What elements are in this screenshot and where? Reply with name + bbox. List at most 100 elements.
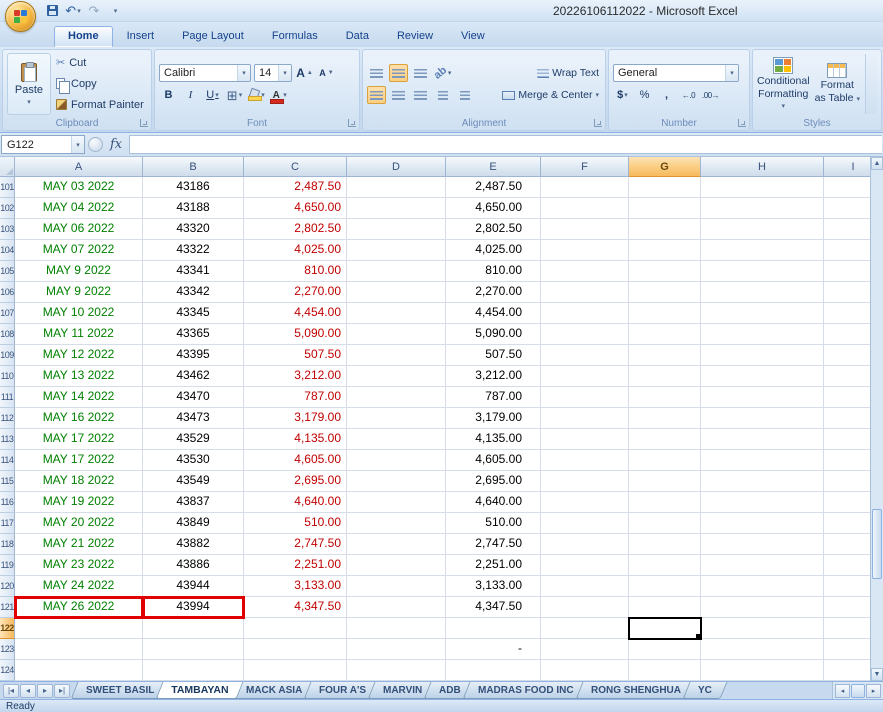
next-sheet-button[interactable]: ▸ (37, 683, 53, 698)
fill-color-button[interactable]: ▾ (247, 86, 266, 104)
column-header-F[interactable]: F (541, 157, 629, 177)
cell-E104[interactable]: 4,025.00 (446, 240, 541, 261)
cell-E116[interactable]: 4,640.00 (446, 492, 541, 513)
cell-F112[interactable] (541, 408, 629, 429)
cell-C105[interactable]: 810.00 (244, 261, 347, 282)
tab-view[interactable]: View (447, 26, 499, 47)
vertical-scrollbar[interactable]: ▲ ▼ (870, 157, 883, 681)
row-header-112[interactable]: 112 (0, 408, 15, 429)
decrease-decimal-button[interactable]: .00→ (701, 86, 720, 104)
cell-B113[interactable]: 43529 (143, 429, 244, 450)
cell-D116[interactable] (347, 492, 446, 513)
cell-H108[interactable] (701, 324, 824, 345)
cell-E120[interactable]: 3,133.00 (446, 576, 541, 597)
cell-C111[interactable]: 787.00 (244, 387, 347, 408)
cell-C116[interactable]: 4,640.00 (244, 492, 347, 513)
cell-A124[interactable] (15, 660, 143, 681)
cell-H110[interactable] (701, 366, 824, 387)
cell-H117[interactable] (701, 513, 824, 534)
cell-D118[interactable] (347, 534, 446, 555)
fx-icon[interactable]: fx (106, 137, 126, 152)
cell-F109[interactable] (541, 345, 629, 366)
cell-A121[interactable]: MAY 26 2022 (14, 596, 144, 619)
cell-H124[interactable] (701, 660, 824, 681)
cell-A109[interactable]: MAY 12 2022 (15, 345, 143, 366)
cell-C101[interactable]: 2,487.50 (244, 177, 347, 198)
cell-H114[interactable] (701, 450, 824, 471)
cell-G115[interactable] (629, 471, 701, 492)
cell-F118[interactable] (541, 534, 629, 555)
first-sheet-button[interactable]: |◂ (3, 683, 19, 698)
horizontal-scrollbar[interactable]: ◂ ▸ (832, 682, 883, 699)
cell-G111[interactable] (629, 387, 701, 408)
cell-B104[interactable]: 43322 (143, 240, 244, 261)
cell-F114[interactable] (541, 450, 629, 471)
cell-G116[interactable] (629, 492, 701, 513)
cell-H111[interactable] (701, 387, 824, 408)
cell-E113[interactable]: 4,135.00 (446, 429, 541, 450)
decrease-indent-button[interactable] (433, 86, 452, 104)
cell-F124[interactable] (541, 660, 629, 681)
cell-A103[interactable]: MAY 06 2022 (15, 219, 143, 240)
cell-E110[interactable]: 3,212.00 (446, 366, 541, 387)
cell-F102[interactable] (541, 198, 629, 219)
cell-D112[interactable] (347, 408, 446, 429)
bottom-align-button[interactable] (411, 64, 430, 82)
redo-button[interactable]: ↷ (84, 2, 104, 19)
cell-G104[interactable] (629, 240, 701, 261)
cell-A123[interactable] (15, 639, 143, 660)
chevron-down-icon[interactable]: ▾ (71, 136, 84, 153)
cell-D104[interactable] (347, 240, 446, 261)
cell-E115[interactable]: 2,695.00 (446, 471, 541, 492)
cell-E103[interactable]: 2,802.50 (446, 219, 541, 240)
row-header-117[interactable]: 117 (0, 513, 15, 534)
cell-F108[interactable] (541, 324, 629, 345)
cell-F106[interactable] (541, 282, 629, 303)
cell-A117[interactable]: MAY 20 2022 (15, 513, 143, 534)
number-dialog-launcher[interactable] (738, 119, 746, 127)
cell-E111[interactable]: 787.00 (446, 387, 541, 408)
cell-E109[interactable]: 507.50 (446, 345, 541, 366)
horizontal-scroll-thumb[interactable] (851, 683, 865, 698)
cell-A120[interactable]: MAY 24 2022 (15, 576, 143, 597)
paste-button[interactable]: Paste ▾ (7, 53, 51, 115)
cell-F110[interactable] (541, 366, 629, 387)
cell-H103[interactable] (701, 219, 824, 240)
align-right-button[interactable] (411, 86, 430, 104)
cell-F107[interactable] (541, 303, 629, 324)
cell-H104[interactable] (701, 240, 824, 261)
cell-B109[interactable]: 43395 (143, 345, 244, 366)
cell-G124[interactable] (629, 660, 701, 681)
cell-B102[interactable]: 43188 (143, 198, 244, 219)
row-header-109[interactable]: 109 (0, 345, 15, 366)
cell-B118[interactable]: 43882 (143, 534, 244, 555)
cell-H101[interactable] (701, 177, 824, 198)
column-header-B[interactable]: B (143, 157, 244, 177)
cell-G123[interactable] (629, 639, 701, 660)
cell-A112[interactable]: MAY 16 2022 (15, 408, 143, 429)
conditional-formatting-button[interactable]: Conditional Formatting ▾ (757, 53, 810, 115)
select-all-corner[interactable] (0, 157, 15, 177)
insert-function-button[interactable] (88, 137, 103, 152)
row-header-118[interactable]: 118 (0, 534, 15, 555)
cell-C106[interactable]: 2,270.00 (244, 282, 347, 303)
cell-H121[interactable] (701, 597, 824, 618)
cell-C121[interactable]: 4,347.50 (244, 597, 347, 618)
cell-B112[interactable]: 43473 (143, 408, 244, 429)
alignment-dialog-launcher[interactable] (594, 119, 602, 127)
row-header-105[interactable]: 105 (0, 261, 15, 282)
underline-button[interactable]: U ▾ (203, 86, 222, 104)
cell-H116[interactable] (701, 492, 824, 513)
cell-D103[interactable] (347, 219, 446, 240)
cell-B123[interactable] (143, 639, 244, 660)
font-dialog-launcher[interactable] (348, 119, 356, 127)
row-header-123[interactable]: 123 (0, 639, 15, 660)
cell-G119[interactable] (629, 555, 701, 576)
cell-D101[interactable] (347, 177, 446, 198)
cell-H119[interactable] (701, 555, 824, 576)
cell-A111[interactable]: MAY 14 2022 (15, 387, 143, 408)
cell-F120[interactable] (541, 576, 629, 597)
cell-G117[interactable] (629, 513, 701, 534)
scroll-down-icon[interactable]: ▼ (871, 668, 883, 681)
cell-E119[interactable]: 2,251.00 (446, 555, 541, 576)
